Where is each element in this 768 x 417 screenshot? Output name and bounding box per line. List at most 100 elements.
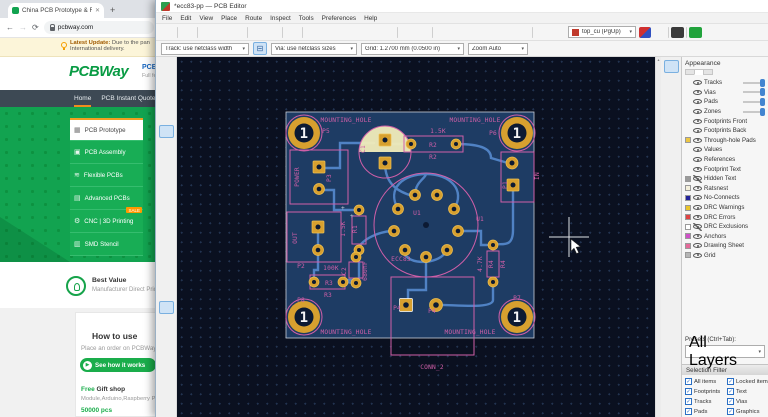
active-layer-select[interactable]: top_cu (PgUp) ▾ [568, 26, 636, 38]
address-bar[interactable]: pcbway.com [44, 21, 154, 34]
filter-checkbox[interactable]: ✓ Text [727, 388, 768, 395]
visibility-eye-icon[interactable] [693, 88, 702, 96]
menu[interactable]: File [162, 15, 172, 22]
add-zone-icon[interactable] [664, 136, 679, 149]
find-icon[interactable] [285, 25, 300, 39]
tab-layers[interactable] [685, 69, 694, 75]
tab-nets[interactable] [703, 69, 713, 75]
add-dimension-icon[interactable] [664, 236, 679, 249]
menu[interactable]: Inspect [270, 15, 291, 22]
menu[interactable]: Edit [180, 15, 191, 22]
sidebar-item-pcb-prototype[interactable]: ▦ PCB Prototype [70, 118, 143, 141]
save-icon[interactable] [160, 25, 175, 39]
menu[interactable]: Preferences [322, 15, 356, 22]
add-via-icon[interactable] [664, 123, 679, 136]
refresh-icon[interactable]: ⟳ [32, 23, 39, 32]
sidebar-item-pcb-assembly[interactable]: ▣ PCB Assembly [70, 141, 143, 164]
drill-origin-icon[interactable] [664, 274, 679, 287]
pcbway-logo[interactable]: PCBWay [69, 63, 128, 80]
footprint-checker-icon[interactable] [550, 25, 565, 39]
sketch-vias-icon[interactable] [159, 269, 174, 282]
zoom-out-icon[interactable] [335, 25, 350, 39]
ratsnest-hide-icon[interactable] [159, 157, 174, 170]
color-swatch[interactable] [685, 233, 691, 239]
high-contrast-icon[interactable] [159, 301, 174, 314]
see-how-it-works-button[interactable]: ▶ See how it works [80, 358, 156, 372]
zone-display-icon[interactable] [159, 285, 174, 298]
color-swatch[interactable] [685, 214, 691, 220]
filter-checkbox[interactable]: ✓ Graphics [727, 408, 768, 415]
visibility-eye-icon[interactable] [693, 117, 702, 125]
board-setup-icon[interactable] [180, 25, 195, 39]
menu[interactable]: View [199, 15, 213, 22]
filter-checkbox[interactable]: ✓ All items [685, 378, 727, 385]
menu[interactable]: Help [364, 15, 377, 22]
visibility-eye-icon[interactable] [693, 175, 702, 183]
add-rectangle-icon[interactable] [664, 186, 679, 199]
filter-checkbox[interactable]: ✓ Locked items [727, 378, 768, 385]
color-swatch[interactable] [685, 137, 691, 143]
visibility-eye-icon[interactable] [693, 136, 702, 144]
layer-pair-icon[interactable] [639, 27, 651, 38]
route-tracks-icon[interactable] [664, 98, 679, 111]
ratsnest-curved-icon[interactable] [159, 173, 174, 186]
delete-tool-icon[interactable] [664, 262, 679, 275]
rotate-cw-icon[interactable] [415, 25, 430, 39]
menu[interactable]: Place [221, 15, 237, 22]
opacity-slider[interactable] [743, 82, 765, 84]
add-text-icon[interactable] [664, 224, 679, 237]
visibility-eye-icon[interactable] [693, 242, 702, 250]
color-swatch[interactable] [685, 224, 691, 230]
zoom-in-icon[interactable] [320, 25, 335, 39]
tab-close-icon[interactable]: ✕ [95, 7, 100, 14]
menu[interactable]: Route [245, 15, 262, 22]
redo-icon[interactable] [265, 25, 280, 39]
freerouting-plugin-icon[interactable] [689, 27, 702, 38]
visibility-eye-icon[interactable] [693, 156, 702, 164]
pcb-canvas[interactable]: MOUNTING_HOLEMOUNTING_HOLEMOUNTING_HOLEM… [177, 57, 655, 417]
cursor-style-icon[interactable] [159, 141, 174, 154]
visibility-eye-icon[interactable] [693, 232, 702, 240]
undo-icon[interactable] [250, 25, 265, 39]
visibility-eye-icon[interactable] [693, 204, 702, 212]
visibility-eye-icon[interactable] [693, 194, 702, 202]
lock-icon[interactable] [465, 25, 480, 39]
add-leader-icon[interactable] [664, 249, 679, 262]
site-nav-item[interactable]: Home [74, 90, 91, 107]
rotate-ccw-icon[interactable] [400, 25, 415, 39]
visibility-eye-icon[interactable] [693, 79, 702, 87]
opacity-slider[interactable] [743, 91, 765, 93]
filter-checkbox[interactable]: ✓ Vias [727, 398, 768, 405]
opacity-slider[interactable] [743, 111, 765, 113]
add-circle-icon[interactable] [664, 199, 679, 212]
plot-icon[interactable] [230, 25, 245, 39]
color-swatch[interactable] [685, 185, 691, 191]
add-arc-icon[interactable] [664, 173, 679, 186]
sketch-pads-icon[interactable] [159, 221, 174, 234]
footprint-editor-icon[interactable] [535, 25, 550, 39]
net-color-mode-icon[interactable] [159, 205, 174, 218]
refresh-icon[interactable] [305, 25, 320, 39]
units-mm-icon[interactable] [159, 125, 174, 138]
filter-checkbox[interactable]: ✓ Footprints [685, 388, 727, 395]
site-nav-item[interactable]: PCB Instant Quote [101, 90, 155, 107]
units-mils-icon[interactable] [159, 109, 174, 122]
visibility-eye-icon[interactable] [693, 108, 702, 116]
visibility-eye-icon[interactable] [693, 213, 702, 221]
color-swatch[interactable] [685, 195, 691, 201]
zoom-objects-icon[interactable] [365, 25, 380, 39]
tab-objects[interactable] [694, 69, 703, 75]
scripting-console-icon[interactable] [671, 27, 684, 38]
update-pcb-icon[interactable] [500, 25, 515, 39]
forward-icon[interactable]: → [19, 23, 27, 32]
zoom-select[interactable]: Zoom Auto▾ [468, 43, 528, 55]
add-polygon-icon[interactable] [664, 211, 679, 224]
ungroup-icon[interactable] [450, 25, 465, 39]
print-icon[interactable] [215, 25, 230, 39]
color-swatch[interactable] [685, 205, 691, 211]
via-size-select[interactable]: Via: use netclass sizes▾ [271, 43, 357, 55]
new-tab-button[interactable]: + [110, 4, 115, 16]
add-line-icon[interactable] [664, 161, 679, 174]
visibility-eye-icon[interactable] [693, 223, 702, 231]
sidebar-item-smd-stencil[interactable]: ▥ SMD Stencil [70, 233, 143, 256]
